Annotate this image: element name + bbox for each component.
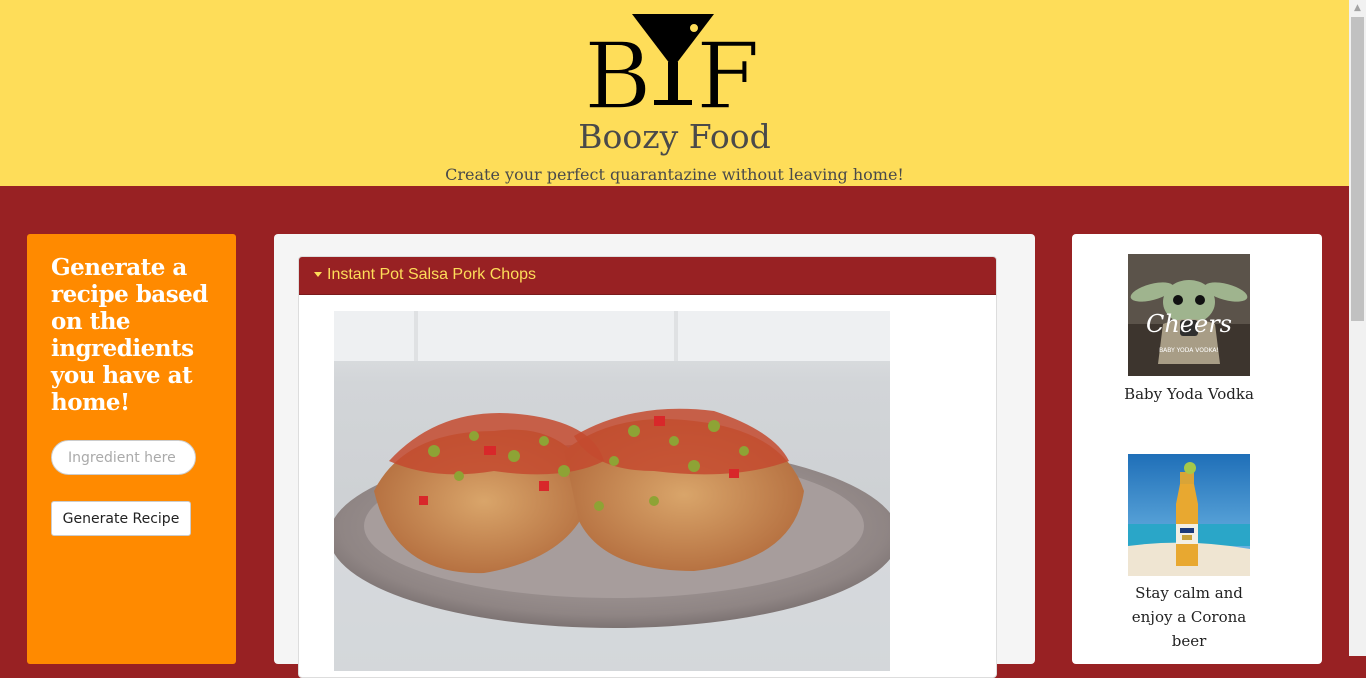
site-logo: B F [584, 14, 761, 114]
products-panel: Cheers BABY YODA VODKA! Baby Yoda Vodka … [1072, 234, 1322, 664]
svg-text:F: F [696, 23, 760, 114]
generate-recipe-button[interactable]: Generate Recipe [51, 501, 191, 536]
svg-text:B: B [584, 23, 652, 114]
corona-beer-image[interactable] [1128, 454, 1250, 576]
ingredient-input[interactable] [51, 440, 196, 475]
generator-heading: Generate a recipe based on the ingredien… [51, 254, 208, 416]
brand-name: Boozy Food [578, 117, 771, 156]
recipe-card-header[interactable]: Instant Pot Salsa Pork Chops [299, 257, 996, 295]
page-scrollbar[interactable]: ▲ [1349, 0, 1366, 656]
baby-yoda-vodka-image[interactable]: Cheers BABY YODA VODKA! [1128, 254, 1250, 376]
product-caption: Stay calm and enjoy a Corona beer [1131, 584, 1247, 650]
caret-down-icon[interactable] [314, 272, 322, 277]
scroll-thumb[interactable] [1351, 17, 1364, 321]
site-header: B F Boozy Food Create your perfect quara… [0, 0, 1349, 186]
tagline: Create your perfect quarantazine without… [445, 165, 904, 184]
recipe-card: Instant Pot Salsa Pork Chops [298, 256, 997, 678]
cheers-subtext: BABY YODA VODKA! [1159, 347, 1219, 354]
recipe-generator-panel: Generate a recipe based on the ingredien… [27, 234, 236, 664]
scroll-up-arrow-icon[interactable]: ▲ [1349, 0, 1366, 17]
cheers-text: Cheers [1146, 310, 1232, 338]
product-caption: Baby Yoda Vodka [1124, 385, 1254, 403]
recipe-image [334, 311, 890, 671]
recipe-panel: Instant Pot Salsa Pork Chops [274, 234, 1035, 678]
recipe-title[interactable]: Instant Pot Salsa Pork Chops [327, 266, 536, 284]
